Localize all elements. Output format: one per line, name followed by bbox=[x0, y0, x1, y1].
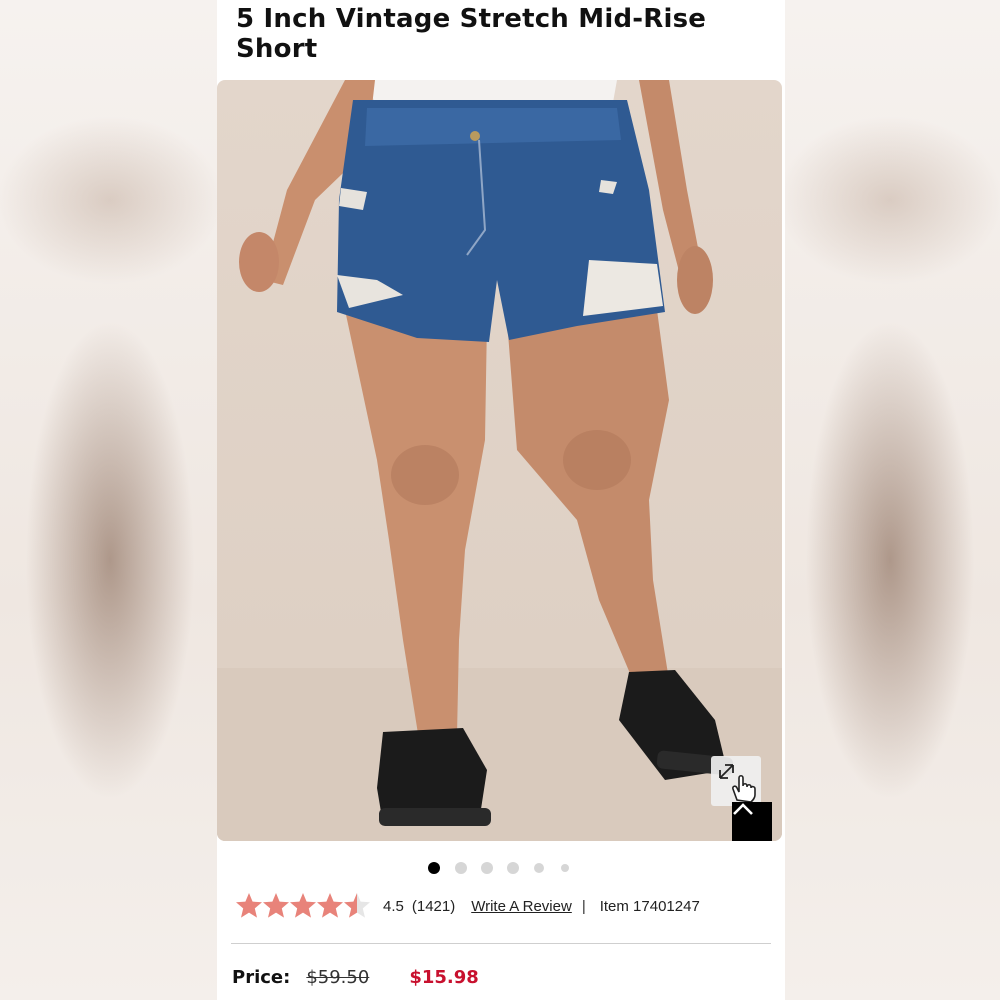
expand-icon bbox=[719, 764, 756, 803]
rating-row: 4.5 (1421) Write A Review | Item 1740124… bbox=[235, 890, 775, 922]
carousel-dot-3[interactable] bbox=[481, 862, 493, 874]
separator: | bbox=[581, 897, 586, 915]
product-photo-illustration bbox=[217, 80, 782, 841]
zoom-button[interactable] bbox=[711, 756, 761, 806]
half-star-icon bbox=[344, 893, 370, 918]
original-price: $59.50 bbox=[306, 966, 370, 988]
review-count: (1421) bbox=[411, 897, 456, 915]
price-row: Price: $59.50 $15.98 bbox=[232, 962, 772, 992]
carousel-dot-5[interactable] bbox=[534, 863, 544, 873]
star-icon bbox=[290, 893, 316, 918]
product-image[interactable] bbox=[217, 80, 782, 841]
star-icon bbox=[236, 893, 262, 918]
carousel-dot-1[interactable] bbox=[428, 862, 440, 874]
star-icon bbox=[317, 893, 343, 918]
item-number: Item 17401247 bbox=[599, 897, 700, 915]
chevron-up-icon bbox=[733, 803, 753, 815]
carousel-dot-2[interactable] bbox=[455, 862, 467, 874]
back-to-top-button[interactable] bbox=[732, 802, 772, 841]
carousel-dot-6[interactable] bbox=[561, 864, 569, 872]
carousel-dot-4[interactable] bbox=[507, 862, 519, 874]
product-title: 5 Inch Vintage Stretch Mid-Rise Short bbox=[236, 4, 707, 64]
sale-price: $15.98 bbox=[409, 966, 479, 988]
star-icon bbox=[263, 893, 289, 918]
stars-icon bbox=[236, 893, 370, 918]
product-panel: 5 Inch Vintage Stretch Mid-Rise Short 4.… bbox=[217, 0, 785, 1000]
rating-value: 4.5 bbox=[383, 897, 404, 915]
price-label: Price: bbox=[232, 966, 291, 988]
carousel-dots bbox=[217, 860, 785, 876]
divider bbox=[231, 943, 771, 944]
write-review-link[interactable]: Write A Review bbox=[471, 898, 572, 915]
star-rating bbox=[235, 892, 375, 920]
